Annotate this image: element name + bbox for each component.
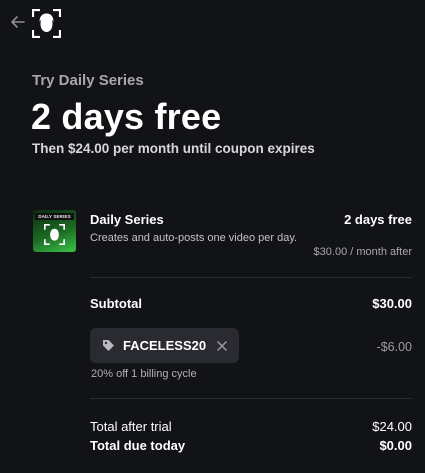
product-name: Daily Series bbox=[90, 212, 164, 227]
coupon-code: FACELESS20 bbox=[123, 338, 207, 353]
page-title: 2 days free bbox=[31, 96, 222, 137]
product-price: 2 days free bbox=[344, 212, 412, 227]
product-price-after: $30.00 / month after bbox=[313, 246, 412, 258]
total-due-today-label: Total due today bbox=[90, 438, 186, 453]
face-frame-icon bbox=[44, 224, 65, 245]
total-due-today-value: $0.00 bbox=[379, 438, 412, 453]
discount-value: -$6.00 bbox=[376, 340, 412, 354]
trial-eyebrow: Try Daily Series bbox=[32, 72, 144, 89]
product-description: Creates and auto-posts one video per day… bbox=[90, 232, 298, 244]
total-after-trial-label: Total after trial bbox=[90, 419, 172, 434]
product-thumbnail: DAILY SERIES bbox=[33, 210, 76, 252]
divider bbox=[90, 398, 412, 399]
remove-coupon-close-icon[interactable] bbox=[215, 339, 229, 353]
divider bbox=[90, 277, 412, 278]
coupon-chip[interactable]: FACELESS20 bbox=[90, 328, 239, 363]
trial-subtitle: Then $24.00 per month until coupon expir… bbox=[32, 141, 315, 156]
back-arrow-icon[interactable] bbox=[10, 14, 26, 30]
face-frame-logo-icon[interactable] bbox=[31, 8, 62, 39]
subtotal-label: Subtotal bbox=[90, 296, 142, 311]
thumbnail-banner: DAILY SERIES bbox=[35, 213, 74, 220]
coupon-note: 20% off 1 billing cycle bbox=[91, 368, 197, 380]
subtotal-value: $30.00 bbox=[372, 296, 412, 311]
total-after-trial-value: $24.00 bbox=[372, 419, 412, 434]
tag-icon bbox=[102, 339, 115, 352]
